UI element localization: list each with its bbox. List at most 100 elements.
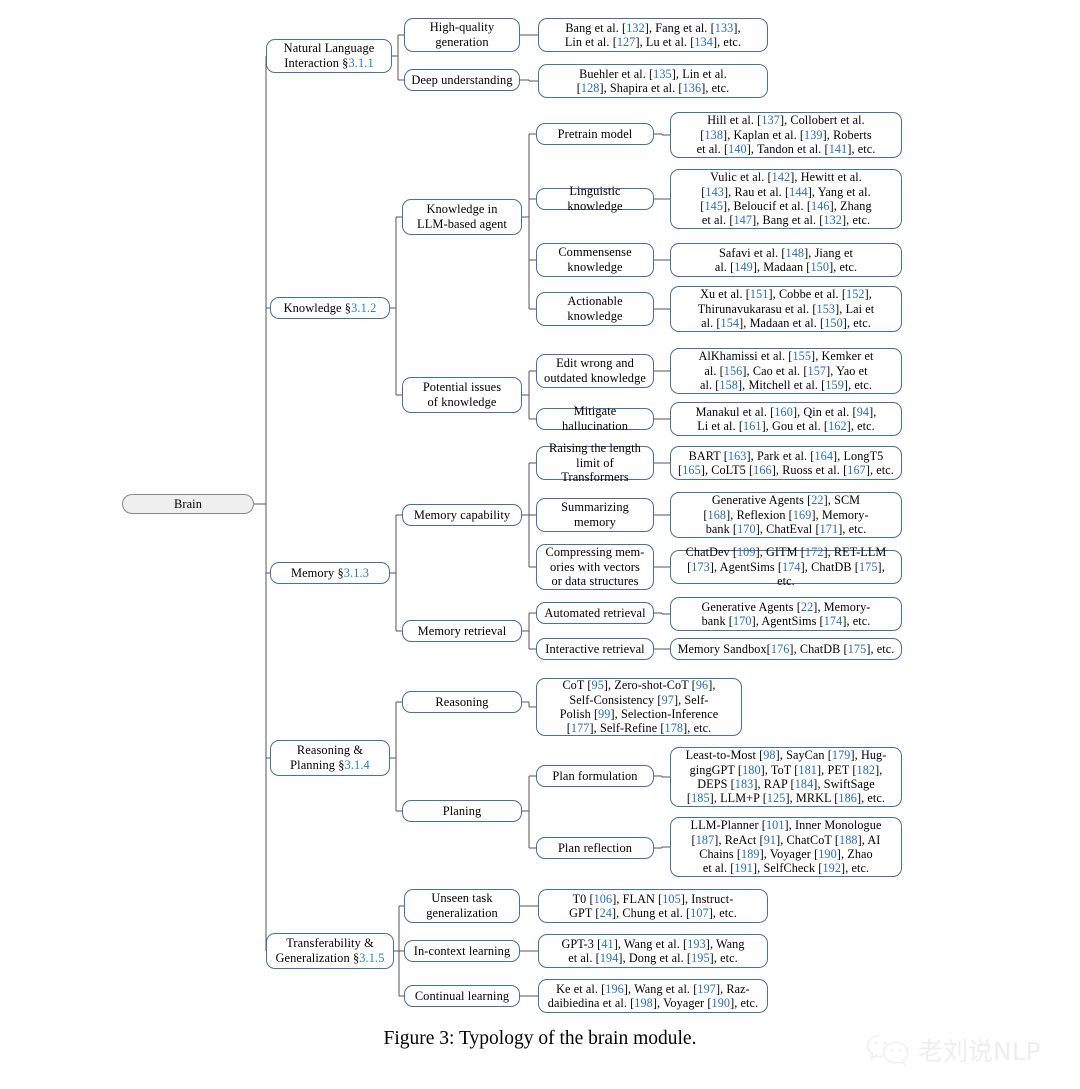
citation-box-unseen-task: T0 [106], FLAN [105], Instruct- GPT [24],… [538, 889, 768, 923]
tree-node-actionable-knowledge: Actionable knowledge [536, 292, 654, 326]
citation-box-continual-learning: Ke et al. [196], Wang et al. [197], Raz-… [538, 979, 768, 1013]
node-label: High-quality generation [429, 20, 495, 49]
node-label: Generative Agents [22], SCM [168], Reflex… [703, 493, 869, 537]
citation-box-raising-length: BART [163], Park et al. [164], LongT5 [16… [670, 446, 902, 480]
node-label: Transferability & Generalization §3.1.5 [275, 936, 385, 965]
node-label: Brain [173, 496, 203, 511]
node-label: In-context learning [413, 943, 511, 958]
tree-node-commensense-knowledge: Commensense knowledge [536, 243, 654, 277]
tree-node-raising-the-length-limit: Raising the length limit of Transformers [536, 441, 654, 484]
node-label: Memory capability [413, 507, 511, 522]
node-label: Knowledge §3.1.2 [283, 300, 377, 315]
tree-node-reasoning-and-planning: Reasoning & Planning §3.1.4 [270, 740, 390, 776]
citation-box-summarizing-memory: Generative Agents [22], SCM [168], Reflex… [670, 492, 902, 538]
node-label: Continual learning [414, 988, 510, 1003]
citation-box-commensense-knowledge: Safavi et al. [148], Jiang et al. [149], … [670, 243, 902, 277]
citation-box-edit-wrong: AlKhamissi et al. [155], Kemker et al. [1… [670, 348, 902, 394]
node-label: Knowledge in LLM-based agent [417, 202, 507, 231]
tree-node-pretrain-model: Pretrain model [536, 123, 654, 145]
tree-node-potential-issues-of-knowledge: Potential issues of knowledge [402, 377, 522, 413]
citation-box-reasoning: CoT [95], Zero-shot-CoT [96], Self-Consis… [536, 678, 742, 736]
node-label: Reasoning [435, 694, 489, 709]
tree-node-linguistic-knowledge: Linguistic knowledge [536, 184, 654, 213]
node-label: Automated retrieval [544, 605, 646, 620]
node-label: Linguistic knowledge [567, 184, 623, 213]
citation-box-mitigate-hallucination: Manakul et al. [160], Qin et al. [94], Li… [670, 402, 902, 436]
citation-box-high-quality-generation: Bang et al. [132], Fang et al. [133], Lin… [538, 18, 768, 52]
node-label: Generative Agents [22], Memory-bank [170… [701, 599, 871, 628]
tree-node-root: Brain [122, 494, 254, 514]
node-label: GPT-3 [41], Wang et al. [193], Wang et al… [561, 936, 745, 965]
tree-node-mitigate-hallucination: Mitigate hallucination [536, 404, 654, 433]
tree-node-knowledge-in-llm-based-agent: Knowledge in LLM-based agent [402, 199, 522, 235]
node-label: Natural Language Interaction §3.1.1 [283, 41, 375, 70]
tree-node-transferability-and-generalization: Transferability & Generalization §3.1.5 [266, 933, 394, 969]
tree-node-memory: Memory §3.1.3 [270, 562, 390, 584]
tree-node-compressing-memories: Compressing mem-ories with vectors or dat… [536, 544, 654, 590]
node-label: Plan reflection [557, 840, 633, 855]
tree-node-memory-retrieval: Memory retrieval [402, 620, 522, 642]
citation-box-compressing-memories: ChatDev [109], GITM [172], RET-LLM [173],… [670, 545, 902, 588]
node-label: AlKhamissi et al. [155], Kemker et al. [1… [698, 349, 874, 393]
node-label: Planing [442, 803, 482, 818]
node-label: Hill et al. [137], Collobert et al. [138]… [696, 113, 876, 157]
node-label: LLM-Planner [101], Inner Monologue [187],… [690, 818, 882, 876]
node-label: Memory retrieval [417, 623, 507, 638]
tree-node-automated-retrieval: Automated retrieval [536, 602, 654, 624]
node-label: Unseen task generalization [426, 891, 498, 920]
node-label: Summarizing memory [561, 500, 629, 529]
node-label: BART [163], Park et al. [164], LongT5 [16… [678, 448, 894, 477]
tree-node-continual-learning: Continual learning [404, 985, 520, 1007]
tree-node-natural-language-interaction: Natural Language Interaction §3.1.1 [266, 39, 392, 73]
tree-node-deep-understanding: Deep understanding [404, 69, 520, 91]
citation-box-plan-formulation: Least-to-Most [98], SayCan [179], Hug-gi… [670, 747, 902, 807]
wechat-icon [866, 1034, 909, 1066]
node-label: Mitigate hallucination [562, 404, 628, 433]
node-label: Reasoning & Planning §3.1.4 [290, 743, 370, 772]
node-label: Raising the length limit of Transformers [549, 441, 641, 485]
tree-node-summarizing-memory: Summarizing memory [536, 498, 654, 532]
watermark: 老刘说NLP [865, 1020, 1075, 1080]
tree-node-plan-formulation: Plan formulation [536, 765, 654, 787]
node-label: Xu et al. [151], Cobbe et al. [152], Thir… [697, 287, 875, 331]
citation-box-plan-reflection: LLM-Planner [101], Inner Monologue [187],… [670, 817, 902, 877]
citation-box-linguistic-knowledge: Vulic et al. [142], Hewitt et al. [143], … [670, 169, 902, 229]
citation-box-interactive-retrieval: Memory Sandbox[176], ChatDB [175], etc. [670, 638, 902, 660]
node-label: Compressing mem-ories with vectors or dat… [545, 545, 645, 589]
citation-box-pretrain-model: Hill et al. [137], Collobert et al. [138]… [670, 112, 902, 158]
node-label: CoT [95], Zero-shot-CoT [96], Self-Consis… [559, 678, 719, 736]
tree-node-reasoning: Reasoning [402, 691, 522, 713]
node-label: Deep understanding [411, 72, 513, 87]
node-label: Commensense knowledge [558, 245, 632, 274]
node-label: Memory §3.1.3 [290, 565, 370, 580]
node-label: Plan formulation [552, 768, 638, 783]
tree-node-in-context-learning: In-context learning [404, 940, 520, 962]
node-label: Pretrain model [557, 126, 633, 141]
tree-node-plan-reflection: Plan reflection [536, 837, 654, 859]
node-label: Least-to-Most [98], SayCan [179], Hug-gi… [685, 748, 887, 806]
node-label: Manakul et al. [160], Qin et al. [94], Li… [695, 404, 877, 433]
tree-node-edit-wrong-and-outdated-knowledge: Edit wrong and outdated knowledge [536, 354, 654, 388]
taxonomy-diagram: Brain Natural Language Interaction §3.1.1 H… [0, 0, 1080, 1089]
watermark-text: 老刘说NLP [918, 1037, 1041, 1066]
tree-node-interactive-retrieval: Interactive retrieval [536, 638, 654, 660]
node-label: Potential issues of knowledge [422, 380, 502, 409]
node-label: ChatDev [109], GITM [172], RET-LLM [173],… [685, 545, 887, 589]
tree-node-memory-capability: Memory capability [402, 504, 522, 526]
citation-box-actionable-knowledge: Xu et al. [151], Cobbe et al. [152], Thir… [670, 286, 902, 332]
node-label: Actionable knowledge [567, 294, 623, 323]
tree-node-unseen-task-generalization: Unseen task generalization [404, 889, 520, 923]
tree-node-high-quality-generation: High-quality generation [404, 18, 520, 52]
node-label: Buehler et al. [135], Lin et al. [128], S… [576, 66, 730, 95]
node-label: Vulic et al. [142], Hewitt et al. [143], … [700, 170, 872, 228]
tree-node-knowledge: Knowledge §3.1.2 [270, 297, 390, 319]
node-label: Interactive retrieval [545, 641, 645, 656]
node-label: T0 [106], FLAN [105], Instruct- GPT [24],… [569, 891, 737, 920]
tree-node-planing: Planing [402, 800, 522, 822]
citation-box-deep-understanding: Buehler et al. [135], Lin et al. [128], S… [538, 64, 768, 98]
node-label: Safavi et al. [148], Jiang et al. [149], … [714, 245, 858, 274]
node-label: Edit wrong and outdated knowledge [544, 356, 646, 385]
citation-box-automated-retrieval: Generative Agents [22], Memory-bank [170… [670, 597, 902, 631]
node-label: Bang et al. [132], Fang et al. [133], Lin… [564, 20, 742, 49]
citation-box-in-context-learning: GPT-3 [41], Wang et al. [193], Wang et al… [538, 934, 768, 968]
